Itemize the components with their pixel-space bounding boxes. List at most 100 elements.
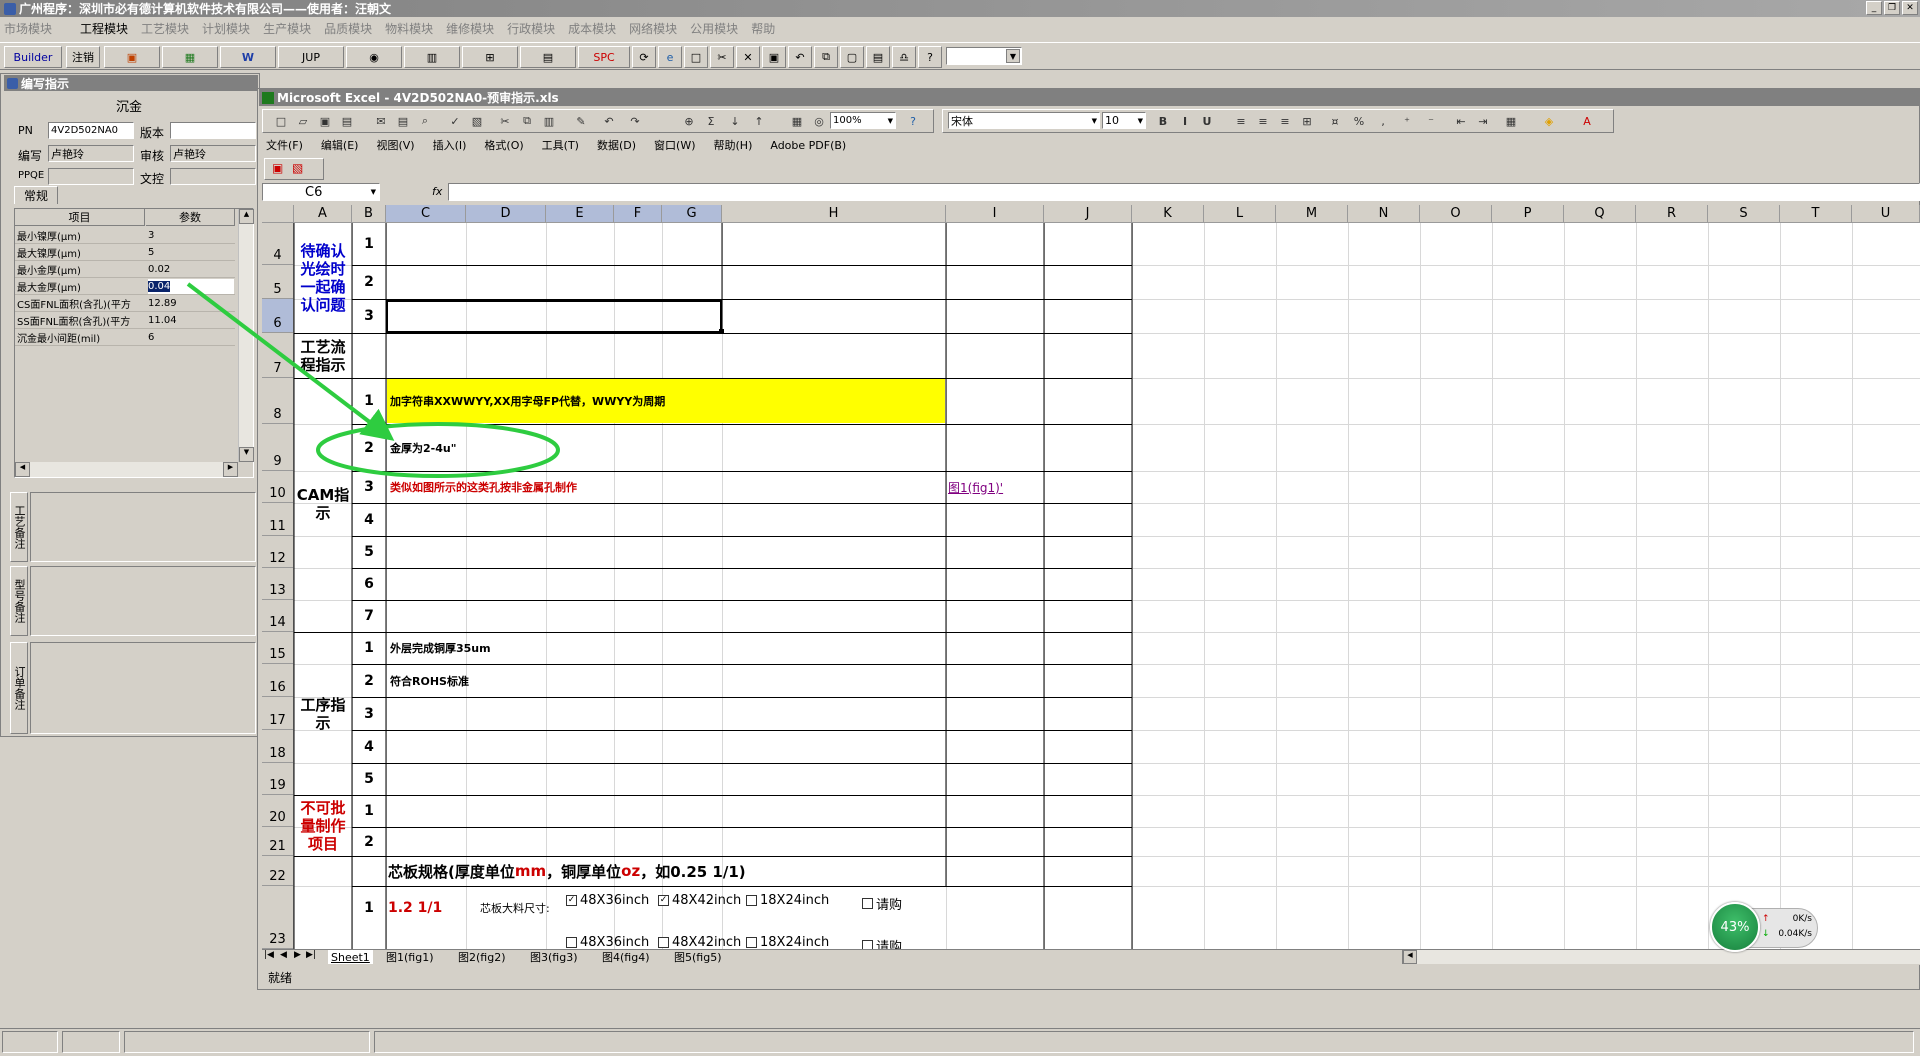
row-header[interactable]: 9 bbox=[262, 424, 294, 471]
main-menu-item[interactable]: 品质模块 bbox=[324, 20, 372, 37]
row-header[interactable]: 11 bbox=[262, 503, 294, 536]
column-header[interactable]: E bbox=[546, 205, 614, 223]
tab-nav-last-icon[interactable]: ▶| bbox=[306, 950, 316, 960]
row-header[interactable]: 17 bbox=[262, 697, 294, 730]
checkbox-icon[interactable] bbox=[746, 936, 757, 948]
row-header[interactable]: 6 bbox=[262, 299, 294, 333]
drawing-icon[interactable]: ◎ bbox=[810, 112, 828, 130]
logout-button[interactable]: 注销 bbox=[66, 46, 100, 68]
row-header[interactable]: 4 bbox=[262, 223, 294, 265]
cut-icon[interactable]: ✂ bbox=[496, 112, 514, 130]
h-scrollbar[interactable]: ◀ bbox=[1402, 950, 1920, 964]
spelling-icon[interactable]: ✓ bbox=[446, 112, 464, 130]
row-header[interactable]: 23 bbox=[262, 886, 294, 949]
print-preview-icon[interactable]: ⌕ bbox=[416, 112, 434, 130]
row-header[interactable]: 22 bbox=[262, 856, 294, 886]
cam-item-2[interactable]: 金厚为2-4u" bbox=[387, 425, 945, 470]
bold-icon[interactable]: B bbox=[1154, 112, 1172, 130]
printer-icon[interactable]: ▤ bbox=[520, 46, 576, 68]
pdf-mail-icon[interactable]: ▧ bbox=[292, 161, 308, 177]
row-header[interactable]: 12 bbox=[262, 536, 294, 568]
name-box[interactable]: C6 ▼ bbox=[262, 183, 380, 201]
column-header[interactable]: C bbox=[386, 205, 466, 223]
sheet-tab[interactable]: 图3(fig3) bbox=[527, 950, 581, 964]
column-header[interactable]: M bbox=[1276, 205, 1348, 223]
restore-button[interactable]: ❐ bbox=[1884, 1, 1900, 15]
main-menu-item[interactable]: 生产模块 bbox=[263, 20, 311, 37]
preview-icon[interactable]: ▢ bbox=[840, 46, 864, 68]
column-header[interactable]: P bbox=[1492, 205, 1564, 223]
cam-item-1[interactable]: 加字符串XXWWYY,XX用字母FP代替，WWYY为周期 bbox=[387, 379, 945, 423]
font-color-icon[interactable]: A bbox=[1578, 112, 1596, 130]
row-header[interactable]: 21 bbox=[262, 827, 294, 856]
column-header[interactable]: Q bbox=[1564, 205, 1636, 223]
checkbox-checked-icon[interactable]: ✓ bbox=[566, 894, 577, 906]
autosum-icon[interactable]: Σ bbox=[702, 112, 720, 130]
row-header[interactable]: 18 bbox=[262, 730, 294, 763]
font-name-box[interactable]: 宋体 ▼ bbox=[948, 112, 1100, 129]
redo-icon[interactable]: ↷ bbox=[626, 112, 644, 130]
size-option[interactable]: 请购 bbox=[862, 895, 902, 911]
memo-process[interactable] bbox=[30, 492, 256, 562]
excel-menu-item[interactable]: 数据(D) bbox=[597, 137, 636, 153]
tab-nav-next-icon[interactable]: ▶ bbox=[294, 950, 301, 960]
column-header[interactable]: D bbox=[466, 205, 546, 223]
main-menu-item[interactable]: 物料模块 bbox=[385, 20, 433, 37]
decrease-indent-icon[interactable]: ⇤ bbox=[1452, 112, 1470, 130]
percent-icon[interactable]: % bbox=[1350, 112, 1368, 130]
cam-item-3[interactable]: 类似如图所示的这类孔按非金属孔制作 bbox=[387, 472, 945, 502]
row-header[interactable]: 19 bbox=[262, 763, 294, 795]
email-icon[interactable]: ✉ bbox=[372, 112, 390, 130]
borders-icon[interactable]: ▦ bbox=[1502, 112, 1520, 130]
jup-button[interactable]: JUP bbox=[278, 46, 344, 68]
help-icon[interactable]: ? bbox=[904, 112, 922, 130]
spc-button[interactable]: SPC bbox=[578, 46, 630, 68]
proc-item-2[interactable]: 符合ROHS标准 bbox=[387, 665, 945, 696]
main-menu-item[interactable]: 帮助 bbox=[751, 20, 775, 37]
decrease-decimal-icon[interactable]: ⁻ bbox=[1422, 112, 1440, 130]
save-icon[interactable]: ▣ bbox=[316, 112, 334, 130]
side-tab[interactable]: 工艺备注 bbox=[10, 492, 28, 562]
row-header[interactable]: 10 bbox=[262, 471, 294, 503]
tab-nav-first-icon[interactable]: |◀ bbox=[264, 950, 274, 960]
row-header[interactable]: 16 bbox=[262, 664, 294, 697]
param-value[interactable]: 0.04 bbox=[148, 279, 234, 294]
size-option[interactable]: ✓ 48X36inch bbox=[566, 892, 649, 908]
param-value[interactable]: 0.02 bbox=[148, 262, 234, 277]
memo-model[interactable] bbox=[30, 566, 256, 636]
checkbox-icon[interactable] bbox=[862, 897, 873, 909]
size-option[interactable]: 48X42inch bbox=[658, 934, 741, 950]
format-painter-icon[interactable]: ✎ bbox=[572, 112, 590, 130]
word-icon[interactable]: W bbox=[220, 46, 276, 68]
excel-menu-item[interactable]: 插入(I) bbox=[433, 137, 467, 153]
fx-icon[interactable]: fx bbox=[432, 185, 442, 198]
sheet-tab[interactable]: 图1(fig1) bbox=[383, 950, 437, 964]
chart-wizard-icon[interactable]: ▦ bbox=[788, 112, 806, 130]
pn-field[interactable]: 4V2D502NA0 bbox=[48, 122, 134, 139]
permission-icon[interactable]: ▤ bbox=[338, 112, 356, 130]
excel-menu-item[interactable]: 编辑(E) bbox=[321, 137, 359, 153]
main-menu-item[interactable]: 工艺模块 bbox=[141, 20, 189, 37]
param-value[interactable]: 12.89 bbox=[148, 296, 234, 311]
paste-icon[interactable]: ▥ bbox=[540, 112, 558, 130]
param-value[interactable]: 6 bbox=[148, 330, 234, 345]
params-hscroll[interactable]: ◀ ▶ bbox=[15, 462, 238, 477]
new-file-icon[interactable]: □ bbox=[684, 46, 708, 68]
reviewer-field[interactable]: 卢艳玲 bbox=[170, 145, 256, 162]
sort-asc-icon[interactable]: ↓ bbox=[726, 112, 744, 130]
version-field[interactable] bbox=[170, 122, 256, 139]
currency-icon[interactable]: ¤ bbox=[1326, 112, 1344, 130]
excel-menu-item[interactable]: 格式(O) bbox=[484, 137, 523, 153]
column-header[interactable]: O bbox=[1420, 205, 1492, 223]
core-spec-value[interactable]: 1.2 1/1 bbox=[388, 887, 468, 929]
sheet-tab[interactable]: 图4(fig4) bbox=[599, 950, 653, 964]
side-tab[interactable]: 订单备注 bbox=[10, 642, 28, 734]
column-header[interactable]: R bbox=[1636, 205, 1708, 223]
undo-icon[interactable]: ↶ bbox=[600, 112, 618, 130]
align-right-icon[interactable]: ≡ bbox=[1276, 112, 1294, 130]
formula-bar[interactable] bbox=[448, 183, 1920, 201]
increase-decimal-icon[interactable]: ⁺ bbox=[1398, 112, 1416, 130]
delete-icon[interactable]: ✕ bbox=[736, 46, 760, 68]
excel-menu-item[interactable]: 视图(V) bbox=[376, 137, 414, 153]
new-icon[interactable]: □ bbox=[272, 112, 290, 130]
